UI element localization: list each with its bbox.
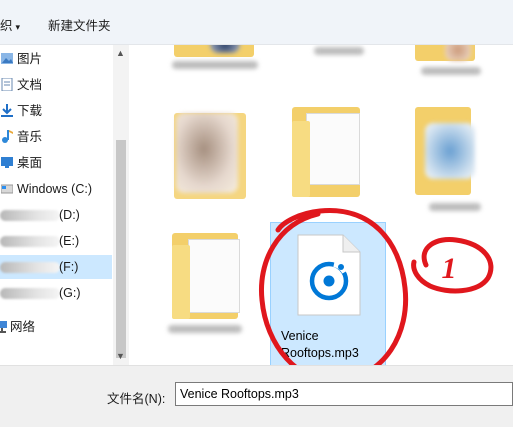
nav-label: 音乐 (17, 130, 43, 144)
nav-label: (G:) (59, 286, 81, 300)
filename-label: 文件名(N): (107, 392, 166, 406)
file-tile[interactable] (170, 45, 260, 95)
file-view: Venice Rooftops.mp3 (130, 45, 513, 365)
nav-item-network[interactable]: 网络 (0, 315, 112, 339)
desktop-icon (1, 157, 13, 168)
blurred-caption (172, 61, 258, 69)
groove-music-file-icon (297, 234, 361, 316)
thumbnail-image (425, 123, 475, 179)
new-folder-button[interactable]: 新建文件夹 (48, 15, 111, 34)
toolbar: 织 ▾ 新建文件夹 (0, 0, 513, 45)
file-tile[interactable] (168, 233, 255, 343)
nav-item-drive-f[interactable]: (F:) (0, 255, 112, 279)
file-tile[interactable] (415, 45, 495, 95)
organize-label: 织 (0, 19, 13, 33)
file-tile-venice-rooftops[interactable]: Venice Rooftops.mp3 (270, 222, 386, 365)
nav-item-downloads[interactable]: 下载 (0, 99, 112, 123)
blurred-caption (429, 203, 481, 211)
nav-item-drive-c[interactable]: Windows (C:) (0, 177, 112, 201)
nav-label: (F:) (59, 260, 79, 274)
nav-item-pictures[interactable]: 图片 (0, 47, 112, 71)
nav-label: Windows (C:) (17, 182, 93, 196)
nav-label: (E:) (59, 234, 80, 248)
organize-button[interactable]: 织 ▾ (0, 15, 20, 34)
thumbnail-image (210, 45, 240, 53)
music-icon (2, 130, 13, 143)
file-name-line2: Rooftops.mp3 (281, 346, 359, 360)
folder-paper (188, 239, 240, 313)
nav-label: 桌面 (17, 156, 43, 170)
nav-item-desktop[interactable]: 桌面 (0, 151, 112, 175)
nav-item-music[interactable]: 音乐 (0, 125, 112, 149)
folder-front (292, 121, 310, 197)
blurred-caption (168, 325, 242, 333)
file-tile[interactable] (300, 45, 380, 95)
chevron-down-icon: ▾ (15, 22, 21, 32)
blurred-drive-name (0, 236, 60, 247)
blurred-caption (421, 67, 481, 75)
blurred-drive-name (0, 210, 60, 221)
pictures-icon (1, 53, 13, 64)
file-name-line1: Venice (281, 329, 319, 343)
folder-front (172, 245, 190, 319)
network-icon (0, 321, 7, 333)
file-tile[interactable] (290, 107, 375, 217)
nav-scrollbar[interactable]: ▲ ▼ (113, 45, 129, 365)
nav-label: 下载 (17, 104, 43, 118)
blurred-drive-name (0, 262, 60, 273)
bottom-panel: 文件名(N): (0, 365, 513, 427)
nav-label: 文档 (17, 78, 43, 92)
nav-item-drive-e[interactable]: (E:) (0, 229, 112, 253)
nav-label: 图片 (17, 52, 43, 66)
nav-label: (D:) (59, 208, 80, 222)
file-tile[interactable] (168, 107, 253, 217)
scroll-down-icon[interactable]: ▼ (116, 351, 125, 361)
nav-item-drive-d[interactable]: (D:) (0, 203, 112, 227)
nav-label: 网络 (10, 320, 36, 334)
navigation-pane: 图片 文档 下载 音乐 桌面 Windows (C:) (D:) (E:) (F… (0, 45, 116, 365)
file-tile[interactable] (415, 107, 500, 217)
scroll-up-icon[interactable]: ▲ (116, 48, 125, 58)
documents-icon (1, 78, 13, 91)
filename-input[interactable] (175, 382, 513, 406)
nav-item-documents[interactable]: 文档 (0, 73, 112, 97)
blurred-drive-name (0, 288, 60, 299)
nav-item-drive-g[interactable]: (G:) (0, 281, 112, 305)
folder-paper (306, 113, 360, 185)
thumbnail-image (176, 113, 238, 193)
downloads-icon (1, 104, 13, 117)
thumbnail-image (445, 45, 471, 61)
blurred-caption (314, 47, 364, 55)
windows-drive-icon (1, 184, 13, 194)
scrollbar-thumb[interactable] (116, 140, 126, 358)
